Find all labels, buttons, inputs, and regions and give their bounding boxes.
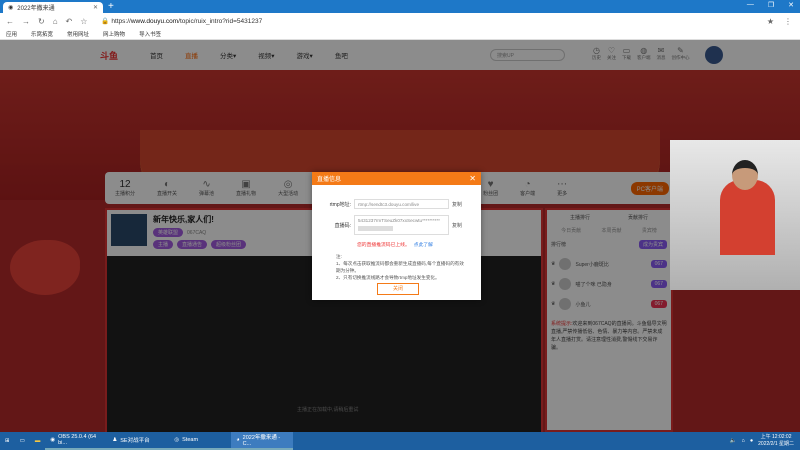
- taskbar: ⊞ ▭ ▬ ◉ OBS 25.0.4 (64 bi... ♟ SE对战平台 ◎ Ste…: [0, 432, 800, 450]
- file-explorer-icon[interactable]: ▬: [30, 432, 46, 450]
- warning-text: 您的直播推流码已上线。: [357, 243, 410, 248]
- bookmarks-bar: 应用 乐窝拓宽 常用网址 网上购物 导入书签: [0, 29, 800, 40]
- star-icon[interactable]: ☆: [80, 17, 87, 26]
- bookmark-import[interactable]: 导入书签: [139, 30, 161, 38]
- scrollbar[interactable]: [358, 226, 393, 231]
- url-input[interactable]: 🔒 https://www.douyu.com/topic/ruix_intro…: [101, 17, 262, 25]
- reload-icon[interactable]: ↻: [38, 17, 45, 26]
- stream-info-dialog: 直播信息 ✕ rtmp地址: rtmp://sendtc3.douyu.com/li…: [312, 172, 481, 300]
- dialog-title: 直播信息: [317, 177, 342, 183]
- person-head: [732, 160, 758, 190]
- notes: 注: 1、每次点击获取推流码都会重新生成直播码,每个直播码的有效期为分钟。 2、只有…: [336, 253, 466, 281]
- back-icon[interactable]: ←: [6, 17, 14, 26]
- steam-icon: ◎: [174, 437, 180, 443]
- url-prefix: https://: [111, 18, 131, 25]
- stream-key-value: 5431237rmTSeuZk07xxSecwtu**********: [358, 218, 440, 223]
- home-icon[interactable]: ⌂: [53, 17, 58, 26]
- forward-icon[interactable]: →: [22, 17, 30, 26]
- new-tab-button[interactable]: +: [108, 1, 114, 12]
- taskbar-app-se[interactable]: ♟ SE对战平台: [107, 432, 170, 450]
- rtmp-field[interactable]: rtmp://sendtc3.douyu.com/live: [354, 199, 449, 209]
- app-label: SE对战平台: [120, 438, 150, 444]
- se-icon: ♟: [112, 437, 118, 443]
- browser-tab-bar: ◉ 2022年撒来通 ✕ + — ❐ ✕: [0, 0, 800, 13]
- system-tray: 🔈 ⌂ ● 上午 12:02:02 2022/2/1 星期二: [730, 434, 800, 448]
- browser-tab[interactable]: ◉ 2022年撒来通 ✕: [3, 2, 103, 13]
- webcam-overlay: [670, 140, 800, 290]
- clock[interactable]: 上午 12:02:02 2022/2/1 星期二: [758, 434, 794, 448]
- address-bar-row: ← → ↻ ⌂ ↶ ☆ 🔒 https://www.douyu.com/topic/rui…: [0, 13, 800, 29]
- bookmark-3[interactable]: 网上购物: [103, 30, 125, 38]
- obs-icon: ◉: [50, 437, 56, 443]
- app-label: Steam: [182, 437, 199, 443]
- url-domain: www.douyu.com: [130, 18, 179, 25]
- start-button[interactable]: ⊞: [0, 432, 15, 450]
- url-path: /topic/ruix_intro?rid=5431237: [178, 18, 263, 25]
- key-label: 直播码:: [334, 222, 351, 229]
- network-icon[interactable]: ⌂: [741, 438, 744, 444]
- menu-icon[interactable]: ⋮: [784, 17, 792, 26]
- note-item: 2、只有切换推流线路才会导致rtmp地址发生变化。: [336, 275, 440, 280]
- favicon-icon: ◉: [8, 5, 14, 11]
- notes-title: 注:: [336, 254, 342, 259]
- time: 上午 12:02:02: [760, 434, 792, 440]
- close-icon[interactable]: ✕: [469, 174, 476, 183]
- copy-key-button[interactable]: 复制: [452, 222, 462, 229]
- tab-title: 2022年撒来通: [17, 6, 55, 12]
- bookmark-1[interactable]: 乐窝拓宽: [31, 30, 53, 38]
- taskbar-app-chrome[interactable]: ◕ 2022年撒来通 - C...: [231, 432, 294, 450]
- learn-more-link[interactable]: 点此了解: [414, 243, 433, 248]
- close-window-icon[interactable]: ✕: [788, 1, 794, 9]
- undo-icon[interactable]: ↶: [66, 17, 73, 26]
- taskbar-app-steam[interactable]: ◎ Steam: [169, 432, 232, 450]
- minimize-icon[interactable]: —: [747, 1, 754, 9]
- app-label: OBS 25.0.4 (64 bi...: [58, 434, 97, 446]
- task-view-icon[interactable]: ▭: [15, 432, 30, 450]
- tray-icon[interactable]: ●: [750, 438, 753, 444]
- bookmark-star-icon[interactable]: ★: [767, 17, 774, 26]
- note-item: 1、每次点击获取推流码都会重新生成直播码,每个直播码的有效期为分钟。: [336, 261, 464, 273]
- app-label: 2022年撒来通 - C...: [242, 435, 281, 447]
- bookmark-apps[interactable]: 应用: [6, 30, 17, 38]
- rtmp-label: rtmp地址:: [329, 201, 351, 208]
- chrome-icon: ◕: [236, 437, 240, 443]
- taskbar-app-obs[interactable]: ◉ OBS 25.0.4 (64 bi...: [45, 432, 108, 450]
- copy-rtmp-button[interactable]: 复制: [452, 201, 462, 208]
- close-tab-icon[interactable]: ✕: [93, 4, 98, 11]
- bookmark-2[interactable]: 常用网址: [67, 30, 89, 38]
- person-figure: [720, 180, 775, 255]
- volume-icon[interactable]: 🔈: [730, 438, 737, 444]
- close-button[interactable]: 关闭: [377, 283, 419, 295]
- date: 2022/2/1 星期二: [758, 441, 794, 447]
- maximize-icon[interactable]: ❐: [768, 1, 774, 9]
- stream-key-field[interactable]: 5431237rmTSeuZk07xxSecwtu**********: [354, 215, 449, 235]
